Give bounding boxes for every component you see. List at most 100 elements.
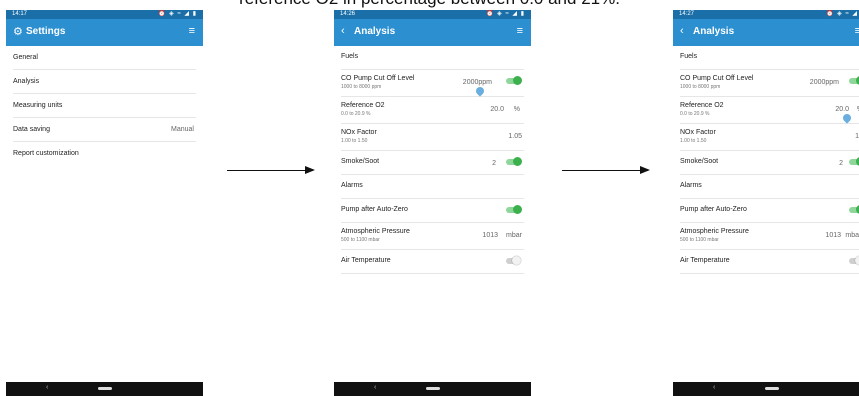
text-cursor-handle-icon[interactable] (841, 112, 853, 124)
setting-label: Smoke/Soot (680, 158, 719, 165)
settings-item-label: General (13, 54, 38, 61)
hamburger-menu-icon[interactable]: ≡ (855, 25, 859, 37)
section-alarms: Alarms (680, 175, 859, 199)
text-cursor-handle-icon[interactable] (474, 85, 486, 97)
pump-auto-zero-toggle[interactable] (506, 205, 522, 214)
ref-o2-unit: % (513, 106, 520, 113)
setting-smoke-soot[interactable]: Smoke/Soot 2 (341, 151, 524, 175)
section-fuels: Fuels (341, 46, 524, 70)
status-bar: 14:26 ⏰ ◈ ≈ ◢ ▮ (334, 10, 531, 19)
arrow-2 (562, 166, 650, 174)
settings-item-general[interactable]: General (13, 46, 196, 70)
setting-air-temperature[interactable]: Air Temperature (680, 250, 859, 274)
status-time: 14:26 (340, 11, 356, 17)
setting-air-temperature[interactable]: Air Temperature (341, 250, 524, 274)
setting-range: 1000 to 8000 ppm (341, 84, 382, 90)
settings-item-measuring-units[interactable]: Measuring units (13, 94, 196, 118)
air-temp-toggle[interactable] (849, 256, 859, 265)
atm-value[interactable]: 1013 (825, 232, 841, 239)
toggle-knob (513, 157, 522, 166)
status-icons: ⏰ ◈ ≈ ◢ ▮ (158, 11, 197, 17)
settings-item-data-saving[interactable]: Data saving Manual (13, 118, 196, 142)
setting-label: Atmospheric Pressure (341, 228, 410, 235)
status-bar: 14:27 ⏰ ◈ ≈ ◢ ▮ (673, 10, 859, 19)
arrow-head-icon (640, 166, 650, 174)
nav-bar: ‹ (334, 382, 531, 396)
settings-item-report-customization[interactable]: Report customization (13, 142, 196, 165)
atm-value[interactable]: 1013 (482, 232, 498, 239)
nav-home-icon[interactable] (765, 387, 779, 390)
back-arrow-icon[interactable]: ‹ (341, 25, 345, 37)
setting-label: Smoke/Soot (341, 158, 380, 165)
nav-back-icon[interactable]: ‹ (46, 384, 48, 391)
nav-home-icon[interactable] (98, 387, 112, 390)
hamburger-menu-icon[interactable]: ≡ (189, 25, 195, 37)
nav-back-icon[interactable]: ‹ (713, 384, 715, 391)
setting-co-pump[interactable]: CO Pump Cut Off Level 1000 to 8000 ppm 2… (341, 70, 524, 97)
section-fuels: Fuels (680, 46, 859, 70)
setting-pump-after-auto-zero[interactable]: Pump after Auto-Zero (680, 199, 859, 223)
ref-o2-value[interactable]: 20.0 (490, 106, 504, 113)
toggle-knob (513, 205, 522, 214)
setting-label: CO Pump Cut Off Level (680, 75, 754, 82)
setting-reference-o2[interactable]: Reference O2 0.0 to 20.9 % 20.0 % (680, 97, 859, 124)
setting-atmospheric-pressure[interactable]: Atmospheric Pressure 500 to 1100 mbar 10… (341, 223, 524, 250)
air-temp-toggle[interactable] (506, 256, 521, 265)
settings-item-label: Measuring units (13, 102, 63, 109)
toggle-knob (512, 256, 521, 265)
co-pump-toggle[interactable] (849, 76, 859, 85)
setting-atmospheric-pressure[interactable]: Atmospheric Pressure 500 to 1100 mbar 10… (680, 223, 859, 250)
setting-label: Reference O2 (341, 102, 385, 109)
setting-pump-after-auto-zero[interactable]: Pump after Auto-Zero (341, 199, 524, 223)
setting-reference-o2[interactable]: Reference O2 0.0 to 20.9 % 20.0 % (341, 97, 524, 124)
analysis-screen: 14:26 ⏰ ◈ ≈ ◢ ▮ ‹ Analysis ≡ Fuels CO Pu… (334, 10, 531, 396)
nox-value[interactable]: 1.05 (508, 133, 522, 140)
caption-text: reference O2 in percentage between 0.0 a… (0, 0, 859, 9)
app-bar: ⚙ Settings ≡ (6, 19, 203, 46)
setting-smoke-soot[interactable]: Smoke/Soot 2 (680, 151, 859, 175)
nav-bar: ‹ (6, 382, 203, 396)
setting-range: 1000 to 8000 ppm (680, 84, 721, 90)
setting-range: 0.0 to 20.9 % (341, 111, 371, 117)
smoke-toggle[interactable] (849, 157, 859, 166)
ref-o2-value[interactable]: 20.0 (835, 106, 849, 113)
setting-range: 1.00 to 1.50 (341, 138, 368, 144)
setting-nox-factor[interactable]: NOx Factor 1.00 to 1.50 1.05 (341, 124, 524, 151)
status-icons: ⏰ ◈ ≈ ◢ ▮ (826, 11, 859, 17)
setting-label: Atmospheric Pressure (680, 228, 749, 235)
nav-bar: ‹ (673, 382, 859, 396)
hamburger-menu-icon[interactable]: ≡ (517, 25, 523, 37)
status-time: 14:17 (12, 11, 28, 17)
setting-label: Pump after Auto-Zero (341, 206, 408, 213)
nav-back-icon[interactable]: ‹ (374, 384, 376, 391)
setting-range: 500 to 1100 mbar (341, 237, 380, 243)
co-pump-value[interactable]: 2000ppm (810, 79, 839, 86)
setting-label: NOx Factor (680, 129, 716, 136)
status-bar: 14:17 ⏰ ◈ ≈ ◢ ▮ (6, 10, 203, 19)
setting-label: Pump after Auto-Zero (680, 206, 747, 213)
settings-item-label: Report customization (13, 150, 79, 157)
atm-unit: mbar (506, 232, 522, 239)
setting-co-pump[interactable]: CO Pump Cut Off Level 1000 to 8000 ppm 2… (680, 70, 859, 97)
nox-value[interactable]: 1. (855, 133, 859, 140)
app-bar: ‹ Analysis ≡ (673, 19, 859, 46)
setting-nox-factor[interactable]: NOx Factor 1.00 to 1.50 1. (680, 124, 859, 151)
pump-auto-zero-toggle[interactable] (849, 205, 859, 214)
analysis-screen-edited: 14:27 ⏰ ◈ ≈ ◢ ▮ ‹ Analysis ≡ Fuels CO Pu… (673, 10, 859, 396)
co-pump-value[interactable]: 2000ppm (463, 79, 492, 86)
smoke-value[interactable]: 2 (839, 160, 843, 167)
nav-home-icon[interactable] (426, 387, 440, 390)
app-bar: ‹ Analysis ≡ (334, 19, 531, 46)
smoke-value[interactable]: 2 (492, 160, 496, 167)
back-arrow-icon[interactable]: ‹ (680, 25, 684, 37)
settings-item-analysis[interactable]: Analysis (13, 70, 196, 94)
settings-item-value: Manual (171, 126, 194, 133)
co-pump-toggle[interactable] (506, 76, 522, 85)
setting-range: 500 to 1100 mbar (680, 237, 719, 243)
section-label: Fuels (680, 53, 698, 60)
atm-unit: mba (845, 232, 859, 239)
gear-icon: ⚙ (13, 26, 23, 38)
status-time: 14:27 (679, 11, 695, 17)
setting-label: Air Temperature (680, 257, 730, 264)
smoke-toggle[interactable] (506, 157, 522, 166)
